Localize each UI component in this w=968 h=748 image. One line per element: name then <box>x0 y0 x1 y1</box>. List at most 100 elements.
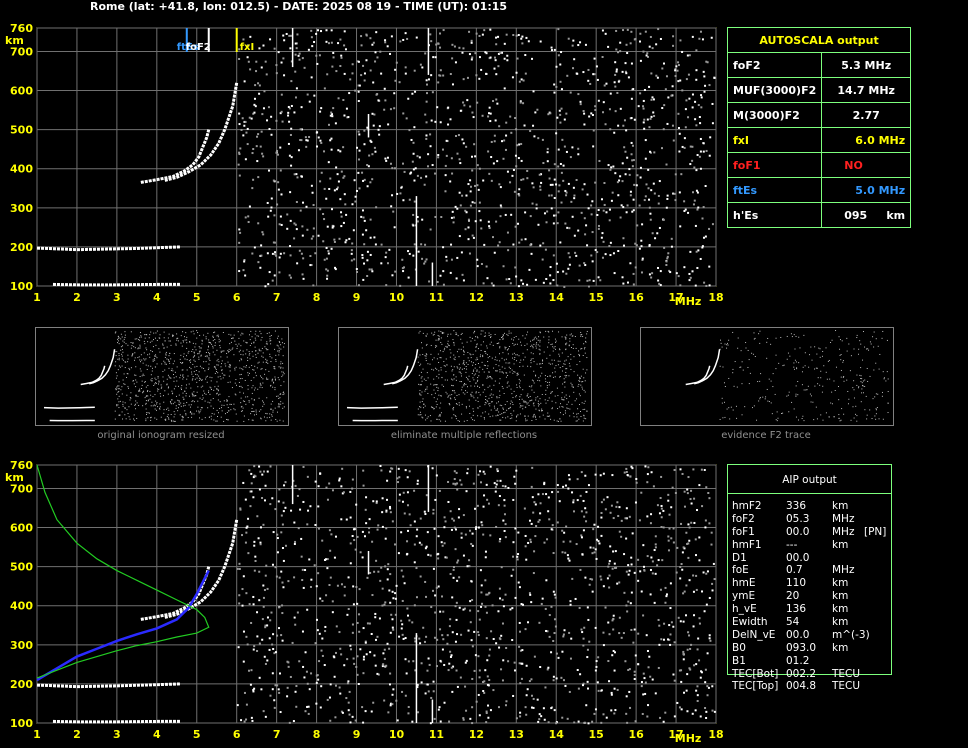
thumb-dot <box>438 373 440 375</box>
thumb-dot <box>207 349 209 351</box>
thumb-dot <box>144 381 146 383</box>
thumb-dot <box>570 347 572 349</box>
noise-dot <box>679 620 682 623</box>
thumb-dot <box>578 383 580 385</box>
noise-dot <box>506 54 509 57</box>
noise-dot <box>243 260 246 263</box>
thumb-dot <box>182 340 184 342</box>
thumb-dot <box>141 384 143 386</box>
noise-dot <box>258 570 261 573</box>
noise-dot <box>607 164 610 167</box>
noise-dot <box>249 505 252 508</box>
noise-dot <box>669 271 672 274</box>
noise-dot <box>486 675 489 678</box>
noise-dot <box>481 524 484 527</box>
noise-dot <box>608 560 611 563</box>
noise-dot <box>293 543 296 546</box>
thumb-dot <box>248 401 250 403</box>
thumb-dot <box>255 375 257 377</box>
noise-dot <box>475 74 478 77</box>
noise-dot <box>589 82 592 85</box>
thumb-dot <box>255 409 257 411</box>
thumb-dot <box>488 397 490 399</box>
thumb-dot <box>463 368 465 370</box>
thumb-dot <box>573 356 575 358</box>
thumb-dot <box>126 373 128 375</box>
thumb-dot <box>559 367 561 369</box>
noise-dot <box>611 474 614 477</box>
noise-dot <box>619 216 622 219</box>
thumb-dot <box>161 363 163 365</box>
thumb-dot <box>209 393 211 395</box>
noise-dot <box>665 75 668 78</box>
noise-dot <box>295 173 298 176</box>
noise-dot <box>555 65 558 68</box>
noise-dot <box>266 659 269 662</box>
noise-dot <box>368 268 371 271</box>
noise-dot <box>456 633 459 636</box>
thumb-dot <box>467 378 469 380</box>
thumb-dot <box>466 341 468 343</box>
noise-dot <box>476 265 479 268</box>
thumb-dot <box>451 378 453 380</box>
noise-dot <box>465 211 468 214</box>
noise-dot <box>521 42 524 45</box>
noise-dot <box>297 527 300 530</box>
noise-dot <box>580 628 583 631</box>
noise-dot <box>429 722 432 725</box>
thumb-dot <box>467 357 469 359</box>
noise-dot <box>625 470 628 473</box>
noise-dot <box>515 34 518 37</box>
noise-dot <box>366 274 369 277</box>
thumb-dot <box>533 343 535 345</box>
noise-dot <box>383 657 386 660</box>
noise-dot <box>416 174 419 177</box>
thumb-dot <box>133 383 135 385</box>
noise-dot <box>281 120 284 123</box>
noise-dot <box>701 505 704 508</box>
noise-dot <box>495 525 498 528</box>
thumb-dot <box>475 392 477 394</box>
noise-dot <box>484 579 487 582</box>
noise-dot <box>262 523 265 526</box>
noise-dot <box>287 111 290 114</box>
thumb-dot <box>154 394 156 396</box>
noise-dot <box>524 54 527 57</box>
noise-dot <box>384 41 387 44</box>
thumb-dot <box>163 331 165 333</box>
thumb-dot <box>491 389 493 391</box>
thumb-dot <box>511 414 513 416</box>
thumb-dot <box>476 370 478 372</box>
thumb-dot <box>577 413 579 415</box>
noise-dot <box>452 576 455 579</box>
noise-dot <box>661 147 664 150</box>
thumb-dot <box>154 359 156 361</box>
thumb-dot <box>495 356 497 358</box>
noise-dot <box>507 486 510 489</box>
noise-dot <box>644 195 647 198</box>
thumb-dot <box>422 332 424 334</box>
noise-dot <box>400 619 403 622</box>
noise-dot <box>436 106 439 109</box>
thumb-dot <box>566 407 568 409</box>
noise-dot <box>493 56 496 59</box>
x-tick-label: 16 <box>628 291 644 304</box>
thumb-dot <box>271 414 273 416</box>
thumb-dot <box>191 350 193 352</box>
noise-dot <box>432 567 435 570</box>
thumb-dot <box>575 347 577 349</box>
noise-dot <box>527 621 530 624</box>
noise-dot <box>712 562 715 565</box>
thumb-dot <box>165 363 167 365</box>
noise-dot <box>460 532 463 535</box>
noise-dot <box>661 67 664 70</box>
noise-dot <box>436 280 439 283</box>
noise-dot <box>592 145 595 148</box>
noise-dot <box>287 665 290 668</box>
noise-dot <box>505 700 508 703</box>
thumb-dot <box>197 406 199 408</box>
noise-dot <box>381 525 384 528</box>
thumb-dot <box>488 371 490 373</box>
noise-dot <box>422 626 425 629</box>
noise-dot <box>596 681 599 684</box>
